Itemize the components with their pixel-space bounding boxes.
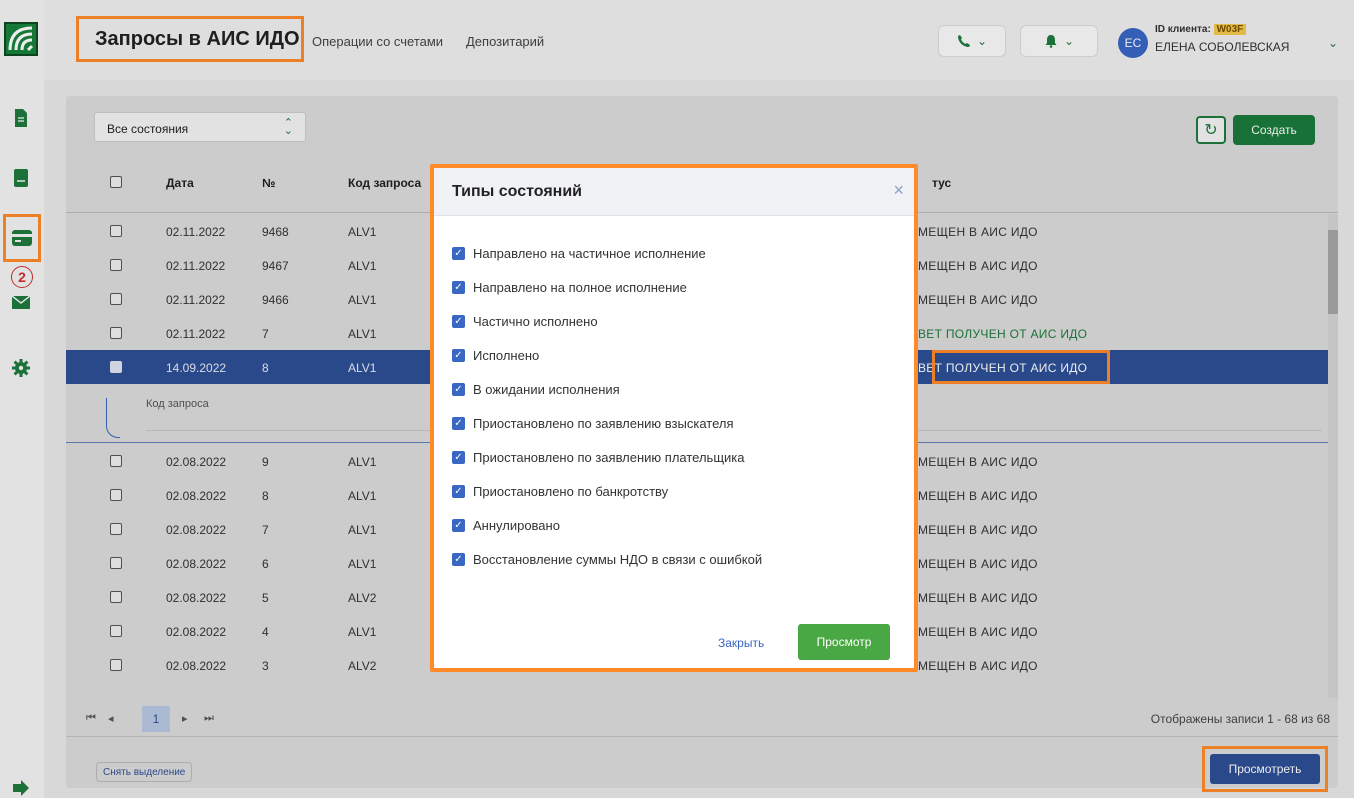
status-types-modal: Типы состояний × ✓ Направлено на частичн… xyxy=(430,164,918,672)
status-option-label: Частично исполнено xyxy=(473,314,598,329)
checkbox-checked-icon[interactable]: ✓ xyxy=(452,451,465,464)
checkbox-checked-icon[interactable]: ✓ xyxy=(452,519,465,532)
checkbox-checked-icon[interactable]: ✓ xyxy=(452,485,465,498)
status-option-label: Направлено на полное исполнение xyxy=(473,280,687,295)
modal-view-button[interactable]: Просмотр xyxy=(798,624,890,660)
checkbox-checked-icon[interactable]: ✓ xyxy=(452,417,465,430)
checkbox-checked-icon[interactable]: ✓ xyxy=(452,553,465,566)
modal-title: Типы состояний xyxy=(452,183,582,200)
modal-close-button[interactable]: Закрыть xyxy=(718,636,764,650)
checkbox-checked-icon[interactable]: ✓ xyxy=(452,349,465,362)
status-option-label: Приостановлено по заявлению плательщика xyxy=(473,450,745,465)
status-option-label: Приостановлено по банкротству xyxy=(473,484,669,499)
checkbox-checked-icon[interactable]: ✓ xyxy=(452,315,465,328)
checkbox-checked-icon[interactable]: ✓ xyxy=(452,383,465,396)
status-option-label: Аннулировано xyxy=(473,518,560,533)
checkbox-checked-icon[interactable]: ✓ xyxy=(452,247,465,260)
checkbox-checked-icon[interactable]: ✓ xyxy=(452,281,465,294)
close-icon[interactable]: × xyxy=(893,180,904,201)
modal-header: Типы состояний × xyxy=(434,168,914,216)
status-option-label: Исполнено xyxy=(473,348,540,363)
status-option-label: В ожидании исполнения xyxy=(473,382,620,397)
status-option-label: Приостановлено по заявлению взыскателя xyxy=(473,416,734,431)
status-option-label: Направлено на частичное исполнение xyxy=(473,246,706,261)
status-option-label: Восстановление суммы НДО в связи с ошибк… xyxy=(473,552,763,567)
